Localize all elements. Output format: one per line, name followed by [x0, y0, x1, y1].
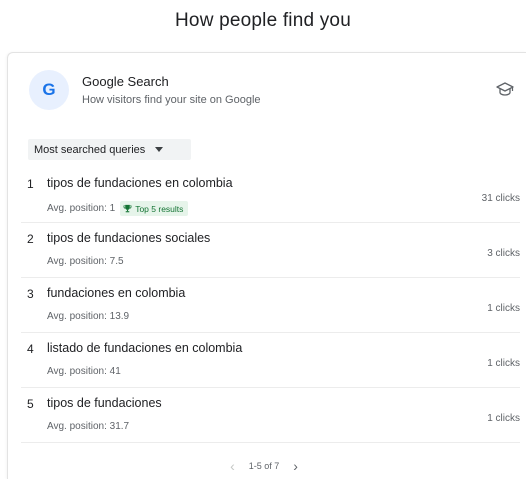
queries-dropdown[interactable]: Most searched queries: [28, 139, 191, 160]
google-logo-letter: G: [42, 80, 56, 99]
query-text: fundaciones en colombia: [47, 286, 186, 300]
list-item[interactable]: 2 tipos de fundaciones sociales Avg. pos…: [21, 223, 520, 278]
next-page-button[interactable]: ›: [279, 458, 312, 474]
trophy-icon: [123, 204, 132, 213]
query-position: Avg. position: 13.9: [47, 311, 130, 322]
queries-dropdown-label: Most searched queries: [34, 143, 146, 156]
query-rank: 5: [27, 397, 34, 411]
query-position: Avg. position: 41: [47, 366, 121, 377]
query-rank: 3: [27, 287, 34, 301]
graduation-cap-icon[interactable]: [496, 81, 514, 97]
query-clicks: 1 clicks: [487, 358, 520, 369]
page-title: How people find you: [175, 10, 351, 31]
list-item[interactable]: 1 tipos de fundaciones en colombia Avg. …: [21, 168, 520, 223]
google-logo: G: [29, 70, 69, 110]
query-list: 1 tipos de fundaciones en colombia Avg. …: [8, 168, 520, 443]
caret-down-icon: [155, 147, 164, 152]
query-text: tipos de fundaciones sociales: [47, 231, 211, 245]
query-rank: 4: [27, 342, 34, 356]
google-search-card: G Google Search How visitors find your s…: [7, 52, 526, 479]
query-position: Avg. position: 1 Top 5 results: [47, 201, 189, 216]
query-clicks: 3 clicks: [487, 248, 520, 259]
query-position: Avg. position: 7.5: [47, 256, 124, 267]
query-clicks: 1 clicks: [487, 413, 520, 424]
query-text: listado de fundaciones en colombia: [47, 341, 243, 355]
query-position-value: Avg. position: 1: [47, 203, 116, 214]
query-clicks: 1 clicks: [487, 303, 520, 314]
card-header: G Google Search How visitors find your s…: [8, 53, 526, 131]
list-item[interactable]: 4 listado de fundaciones en colombia Avg…: [21, 333, 520, 388]
query-rank: 2: [27, 232, 34, 246]
pagination: ‹ 1-5 of 7 ›: [8, 456, 520, 476]
card-title: Google Search: [82, 74, 169, 89]
list-item[interactable]: 5 tipos de fundaciones Avg. position: 31…: [21, 388, 520, 443]
list-item[interactable]: 3 fundaciones en colombia Avg. position:…: [21, 278, 520, 333]
query-text: tipos de fundaciones: [47, 396, 162, 410]
badge-label: Top 5 results: [135, 203, 184, 214]
page-range: 1-5 of 7: [248, 461, 280, 471]
query-text: tipos de fundaciones en colombia: [47, 176, 233, 190]
query-rank: 1: [27, 177, 34, 191]
query-clicks: 31 clicks: [481, 193, 520, 204]
query-position: Avg. position: 31.7: [47, 421, 130, 432]
top-results-badge: Top 5 results: [120, 201, 189, 216]
card-subtitle: How visitors find your site on Google: [82, 94, 261, 106]
prev-page-button[interactable]: ‹: [216, 458, 249, 474]
